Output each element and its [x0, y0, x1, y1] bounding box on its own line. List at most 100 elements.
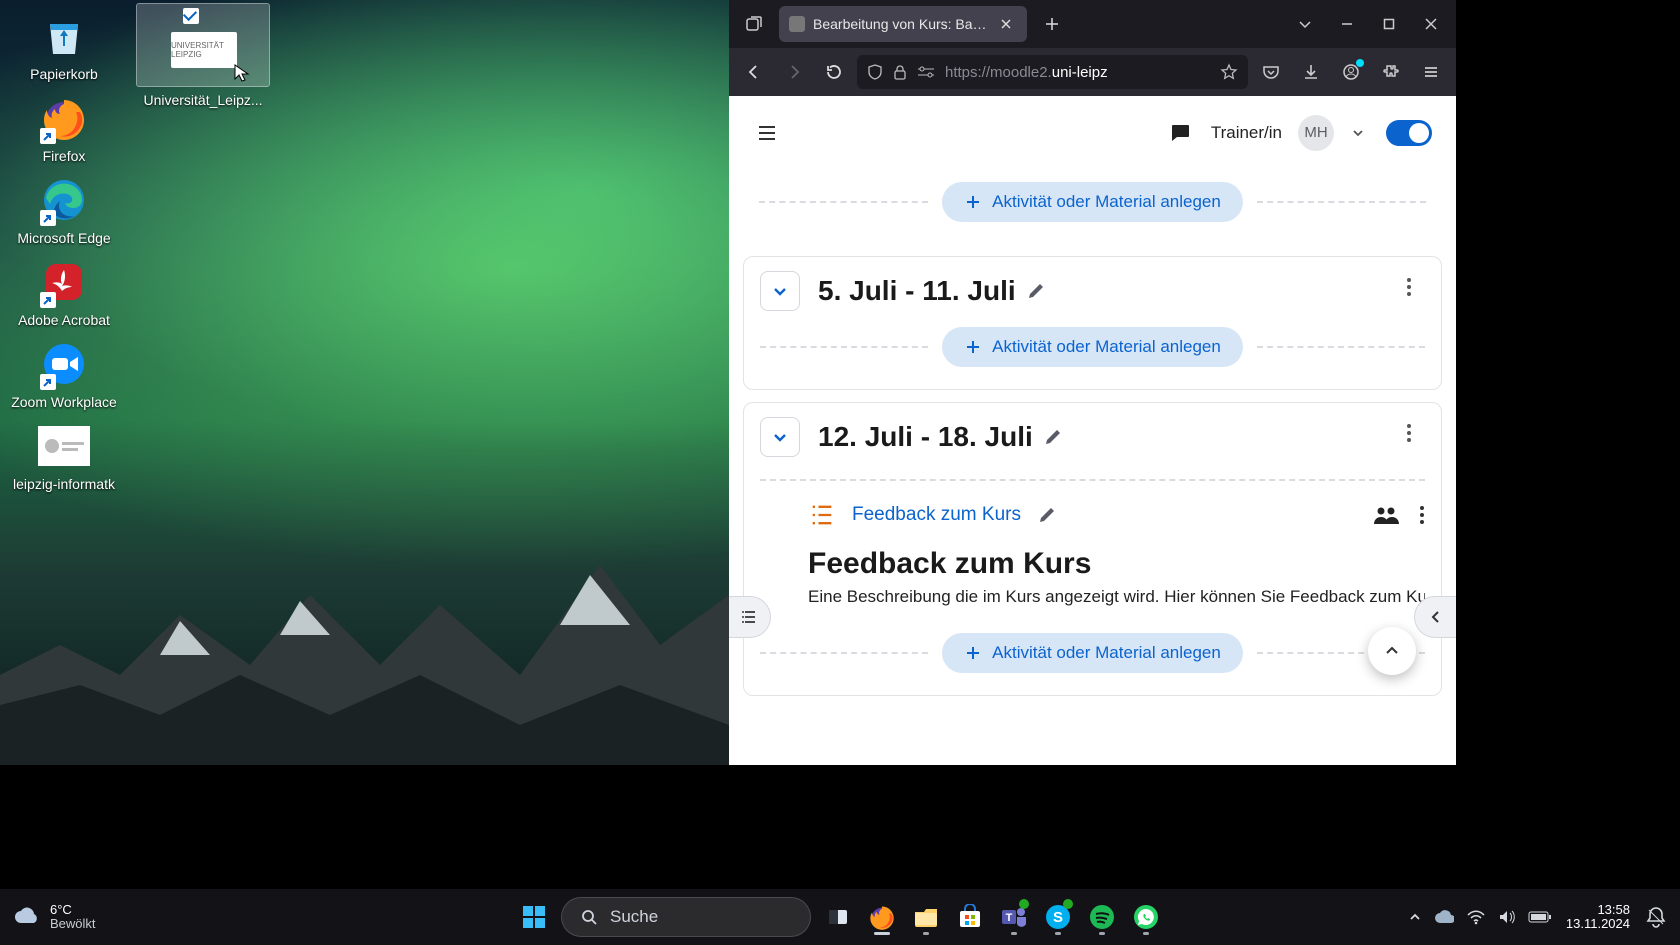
shortcut-overlay-icon — [40, 128, 56, 144]
pencil-icon[interactable] — [1043, 427, 1063, 447]
activity-link[interactable]: Feedback zum Kurs — [852, 504, 1021, 526]
add-activity-label: Aktivität oder Material anlegen — [992, 337, 1221, 357]
shortcut-overlay-icon — [40, 374, 56, 390]
battery-icon[interactable] — [1528, 910, 1552, 924]
tab-list-button[interactable] — [1288, 7, 1322, 41]
start-button[interactable] — [517, 900, 551, 934]
drag-thumbnail-label: Universität_Leipz... — [137, 92, 269, 108]
weather-cond: Bewölkt — [50, 917, 96, 931]
svg-text:T: T — [1006, 912, 1013, 924]
clock-time: 13:58 — [1566, 903, 1630, 917]
app-menu-button[interactable] — [1414, 55, 1448, 89]
taskbar-weather[interactable]: 6°C Bewölkt — [12, 903, 96, 932]
taskbar-clock[interactable]: 13:58 13.11.2024 — [1566, 903, 1630, 932]
divider — [759, 201, 928, 203]
address-bar[interactable]: https://moodle2.uni-leipz — [857, 55, 1248, 89]
tab-favicon — [789, 16, 805, 32]
section-menu-button[interactable] — [1393, 417, 1425, 449]
taskbar-search[interactable]: Suche — [561, 897, 811, 937]
desktop-icon-label: leipzig-informatk — [13, 476, 115, 492]
weather-temp: 6°C — [50, 903, 96, 917]
section-collapse-toggle[interactable] — [760, 417, 800, 457]
block-drawer-toggle[interactable] — [1414, 596, 1456, 638]
desktop-icon-zoom[interactable]: Zoom Workplace — [8, 332, 120, 414]
taskbar-app-spotify[interactable] — [1085, 897, 1119, 937]
desktop-icon-recycle-bin[interactable]: Papierkorb — [8, 4, 120, 86]
taskbar-app-teams[interactable]: T — [997, 897, 1031, 937]
forward-button[interactable] — [777, 55, 811, 89]
recent-tabs-button[interactable] — [737, 7, 771, 41]
desktop-icon-label: Adobe Acrobat — [18, 312, 110, 328]
add-activity-button[interactable]: Aktivität oder Material anlegen — [942, 327, 1243, 367]
windows-logo-icon — [521, 904, 547, 930]
desktop-icon-leipzig-informatik[interactable]: leipzig-informatk — [8, 414, 120, 496]
status-dot-icon — [1063, 899, 1073, 909]
desktop-icon-label: Microsoft Edge — [17, 230, 110, 246]
system-tray[interactable] — [1408, 909, 1552, 925]
chevron-up-icon[interactable] — [1408, 910, 1422, 924]
divider — [1257, 346, 1425, 348]
desktop-icon-edge[interactable]: Microsoft Edge — [8, 168, 120, 250]
window-maximize-button[interactable] — [1372, 7, 1406, 41]
recycle-bin-icon — [36, 8, 92, 64]
taskbar-app-skype[interactable]: S — [1041, 897, 1075, 937]
onedrive-icon[interactable] — [1434, 909, 1454, 925]
desktop-icon-label: Papierkorb — [30, 66, 98, 82]
notifications-icon[interactable] — [1644, 905, 1668, 929]
zoom-icon — [36, 336, 92, 392]
course-section: Aktivität oder Material anlegen — [743, 182, 1442, 244]
browser-tab-bar: Bearbeitung von Kurs: Bastelku — [729, 0, 1456, 48]
taskbar-app-explorer[interactable] — [909, 897, 943, 937]
reload-button[interactable] — [817, 55, 851, 89]
thumbnail-preview: UNIVERSITÄT LEIPZIG — [171, 32, 237, 68]
taskbar-app-firefox[interactable] — [865, 897, 899, 937]
role-label: Trainer/in — [1211, 123, 1282, 143]
new-tab-button[interactable] — [1035, 7, 1069, 41]
taskbar: 6°C Bewölkt Suche T S 13:58 13.11.2 — [0, 889, 1680, 945]
extensions-button[interactable] — [1374, 55, 1408, 89]
scroll-to-top-button[interactable] — [1368, 627, 1416, 675]
firefox-icon — [36, 90, 92, 146]
window-close-button[interactable] — [1414, 7, 1448, 41]
section-menu-button[interactable] — [1393, 271, 1425, 303]
tab-close-button[interactable] — [995, 13, 1017, 35]
activity-menu-button[interactable] — [1419, 505, 1425, 525]
permissions-icon — [917, 64, 935, 80]
pocket-button[interactable] — [1254, 55, 1288, 89]
section-collapse-toggle[interactable] — [760, 271, 800, 311]
acrobat-icon — [36, 254, 92, 310]
desktop-icon-firefox[interactable]: Firefox — [8, 86, 120, 168]
drag-thumbnail[interactable]: UNIVERSITÄT LEIPZIG Universität_Leipz... — [137, 4, 269, 86]
groups-icon[interactable] — [1373, 504, 1399, 526]
course-section: 12. Juli - 18. Juli Feedback zum Kurs Fe… — [743, 402, 1442, 696]
downloads-button[interactable] — [1294, 55, 1328, 89]
task-view-button[interactable] — [821, 897, 855, 937]
wifi-icon[interactable] — [1466, 909, 1486, 925]
pencil-icon[interactable] — [1026, 281, 1046, 301]
messages-icon[interactable] — [1165, 118, 1195, 148]
desktop-icon-acrobat[interactable]: Adobe Acrobat — [8, 250, 120, 332]
notification-dot — [1356, 59, 1364, 67]
edge-icon — [36, 172, 92, 228]
tab-title: Bearbeitung von Kurs: Bastelku — [813, 16, 987, 32]
add-activity-button[interactable]: Aktivität oder Material anlegen — [942, 182, 1243, 222]
taskbar-app-store[interactable] — [953, 897, 987, 937]
user-menu-caret[interactable] — [1350, 125, 1370, 141]
section-title-text: 12. Juli - 18. Juli — [818, 421, 1033, 453]
course-index-toggle[interactable] — [729, 596, 771, 638]
edit-mode-toggle[interactable] — [1386, 120, 1432, 146]
moodle-page: Trainer/in MH Aktivität oder Material an… — [729, 96, 1456, 765]
section-title-text: 5. Juli - 11. Juli — [818, 275, 1016, 307]
back-button[interactable] — [737, 55, 771, 89]
pencil-icon[interactable] — [1037, 505, 1057, 525]
bookmark-star-icon[interactable] — [1220, 63, 1238, 81]
add-activity-button[interactable]: Aktivität oder Material anlegen — [942, 633, 1243, 673]
status-dot-icon — [1019, 899, 1029, 909]
browser-tab[interactable]: Bearbeitung von Kurs: Bastelku — [779, 6, 1027, 42]
nav-drawer-toggle[interactable] — [753, 119, 781, 147]
volume-icon[interactable] — [1498, 909, 1516, 925]
account-button[interactable] — [1334, 55, 1368, 89]
user-avatar[interactable]: MH — [1298, 115, 1334, 151]
taskbar-app-whatsapp[interactable] — [1129, 897, 1163, 937]
window-minimize-button[interactable] — [1330, 7, 1364, 41]
